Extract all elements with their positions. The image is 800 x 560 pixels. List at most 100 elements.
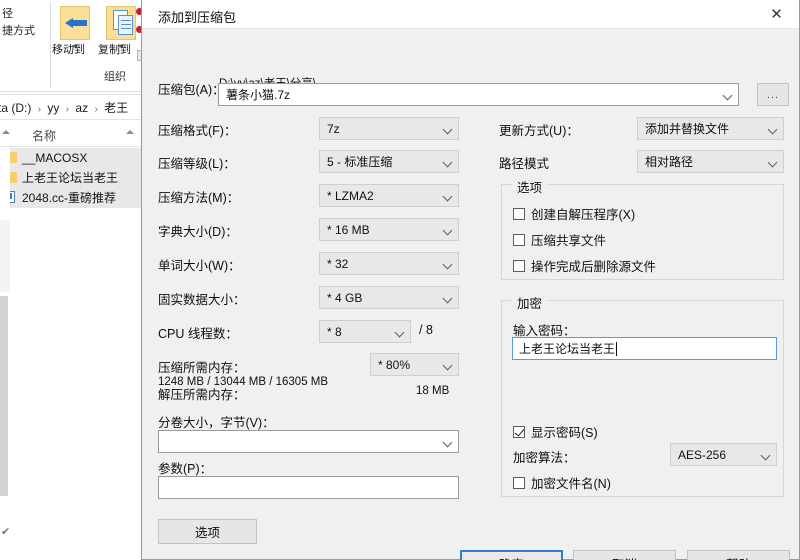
checkbox-delete-after[interactable]: 操作完成后删除源文件 [513,256,656,275]
nav-pane-scrollbar[interactable] [0,296,8,496]
address-bar[interactable]: ta (D:) › yy › az › 老王 [0,94,150,120]
archive-name-value: 薯条小猫.7z [226,88,291,102]
split-volume-combo[interactable] [158,430,459,453]
cpu-threads-combo[interactable]: * 8 [319,320,411,343]
word-size-value: * 32 [327,256,349,271]
breadcrumb-separator: › [65,104,70,115]
compress-memory-label: 压缩所需内存： [158,361,246,375]
ribbon-button-copy-to-label: 复制到 [98,44,131,56]
ribbon-button-move-to[interactable]: 移动到 [52,4,98,56]
encryption-group-title: 加密 [512,293,548,312]
breadcrumb[interactable]: ta (D:) › yy › az › 老王 [0,99,128,116]
checkbox-compress-shared[interactable]: 压缩共享文件 [513,230,606,249]
checkbox-encrypt-filenames[interactable]: 加密文件名(N) [513,473,611,492]
solid-block-size-label: 固实数据大小： [158,293,246,307]
ribbon-button-move-to-label: 移动到 [52,44,85,56]
chevron-down-icon [442,360,453,371]
checkbox-icon [513,476,525,489]
update-mode-value: 添加并替换文件 [645,122,730,136]
word-size-combo[interactable]: * 32 [319,252,459,275]
compression-level-label: 压缩等级(L)： [158,157,236,171]
dictionary-size-combo[interactable]: * 16 MB [319,218,459,241]
list-item-label: __MACOSX [22,151,88,165]
compression-level-value: 5 - 标准压缩 [327,155,393,169]
screen: 径 捷方式 移动到 复制到 组织 ta (D:) › yy › az › 老王 … [0,0,800,560]
split-volume-label: 分卷大小，字节(V)： [158,416,275,430]
memory-usage-value: * 80% [378,357,411,372]
cancel-button[interactable]: 取消 [573,550,676,560]
decompress-memory-label: 解压所需内存： [158,388,246,402]
decompress-memory-value: 18 MB [416,385,450,397]
checkbox-compress-shared-label: 压缩共享文件 [531,234,607,248]
checkbox-show-password-label: 显示密码(S) [531,426,598,440]
chevron-down-icon [442,259,453,270]
solid-block-size-combo[interactable]: * 4 GB [319,286,459,309]
breadcrumb-item-drive[interactable]: ta (D:) [0,101,31,115]
chevron-down-icon [442,191,453,202]
options-button-label: 选项 [194,526,220,540]
compression-method-label: 压缩方法(M)： [158,191,240,205]
checkbox-encrypt-filenames-label: 加密文件名(N) [531,477,611,491]
add-to-archive-dialog: 添加到压缩包 ✕ 压缩包(A)： D:\yy\az\老王\分享\ 薯条小猫.7z… [141,0,800,560]
checkbox-icon [513,233,525,246]
cancel-button-label: 取消 [612,554,637,560]
cpu-threads-total: / 8 [419,323,433,337]
ribbon-left-line-1: 径 [2,8,13,20]
encryption-algorithm-combo[interactable]: AES-256 [670,443,777,466]
browse-button[interactable]: ... [757,83,789,106]
nav-pane-expand-icon[interactable] [2,130,10,134]
column-header-name[interactable]: 名称 [32,127,56,144]
parameters-input[interactable] [158,476,459,499]
chevron-down-icon [394,327,405,338]
chevron-down-icon [442,225,453,236]
path-mode-combo[interactable]: 相对路径 [637,150,784,173]
nav-pane-filler [0,220,10,292]
compression-level-combo[interactable]: 5 - 标准压缩 [319,150,459,173]
breadcrumb-item-az[interactable]: az [75,101,88,115]
list-item[interactable]: __MACOSX [0,148,150,168]
chevron-down-icon [442,157,453,168]
explorer-ribbon: 径 捷方式 移动到 复制到 组织 [0,0,150,92]
encryption-algorithm-value: AES-256 [678,447,727,462]
status-bar-icon: ✔ [1,526,11,538]
compression-method-combo[interactable]: * LZMA2 [319,184,459,207]
chevron-down-icon [442,293,453,304]
checkbox-delete-after-label: 操作完成后删除源文件 [531,260,657,274]
options-button[interactable]: 选项 [158,519,257,544]
checkbox-icon [513,259,525,272]
compression-format-combo[interactable]: 7z [319,117,459,140]
cpu-threads-label: CPU 线程数： [158,327,238,341]
file-list[interactable]: __MACOSX 上老王论坛当老王 2048.cc-重磅推荐 [0,148,150,560]
checkbox-create-sfx[interactable]: 创建自解压程序(X) [513,204,635,223]
list-item[interactable]: 2048.cc-重磅推荐 [0,188,150,208]
checkbox-icon [513,425,525,438]
update-mode-combo[interactable]: 添加并替换文件 [637,117,784,140]
ribbon-left-line-2: 捷方式 [2,25,35,37]
file-list-header[interactable]: 名称 [0,121,150,147]
breadcrumb-item-yy[interactable]: yy [47,101,59,115]
archive-name-combo[interactable]: 薯条小猫.7z [218,83,739,106]
checkbox-icon [513,207,525,220]
options-group-title: 选项 [512,177,548,196]
ribbon-group-label: 组织 [104,71,126,83]
breadcrumb-item-laowang[interactable]: 老王 [104,101,128,115]
solid-block-size-value: * 4 GB [327,290,363,305]
list-item[interactable]: 上老王论坛当老王 [0,168,150,188]
help-button-label: 帮助 [726,554,751,560]
close-icon[interactable]: ✕ [754,0,799,28]
chevron-down-icon [767,157,778,168]
encryption-algorithm-label: 加密算法： [513,451,576,465]
checkbox-show-password[interactable]: 显示密码(S) [513,422,598,441]
cpu-threads-value: * 8 [327,324,342,339]
dialog-title: 添加到压缩包 [158,10,237,25]
move-to-icon [52,4,98,44]
ok-button-label: 确定 [499,554,524,560]
password-input[interactable]: 上老王论坛当老王 [512,337,777,360]
ok-button[interactable]: 确定 [460,550,563,560]
chevron-down-icon [722,90,733,101]
memory-usage-combo[interactable]: * 80% [370,353,459,376]
dialog-body: 压缩包(A)： D:\yy\az\老王\分享\ 薯条小猫.7z ... 压缩格式… [142,29,799,560]
archive-label: 压缩包(A)： [158,83,225,97]
sort-ascending-icon [126,130,134,134]
help-button[interactable]: 帮助 [687,550,790,560]
